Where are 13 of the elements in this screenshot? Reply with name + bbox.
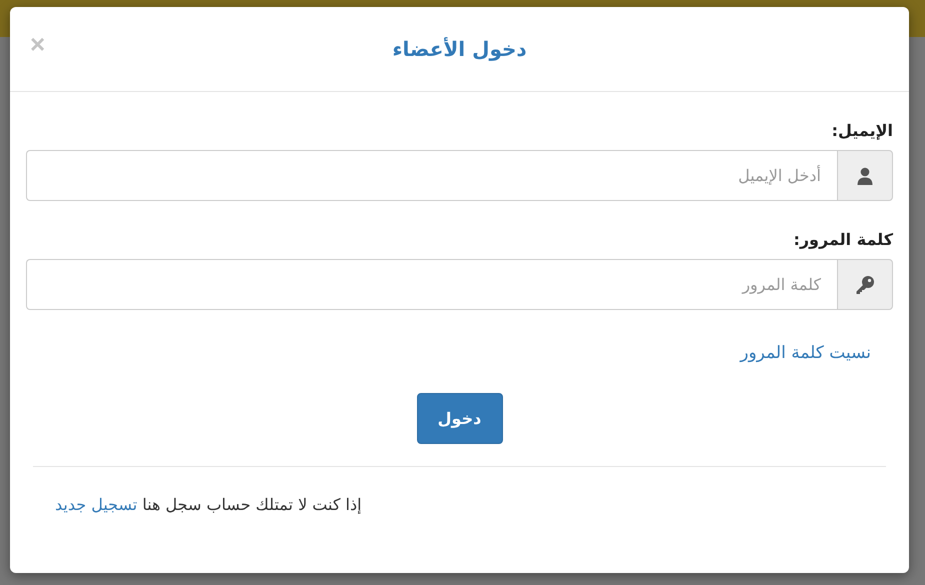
login-button[interactable]: دخول (416, 393, 502, 444)
text-field[interactable]: أدخل الإيميل (26, 150, 837, 201)
field-label: كلمة المرور: (792, 230, 893, 249)
text-field[interactable]: كلمة المرور (26, 259, 837, 310)
user-icon (837, 150, 893, 201)
field-label: الإيميل: (830, 121, 893, 140)
register-link[interactable]: تسجيل جديد (55, 495, 138, 514)
placeholder-text: كلمة المرور (742, 275, 821, 294)
forgot-password-link[interactable]: نسيت كلمة المرور (740, 343, 871, 363)
dialog-title: دخول الأعضاء (392, 37, 527, 61)
key-icon (837, 259, 893, 310)
register-prompt: إذا كنت لا تمتلك حساب سجل هنا تسجيل جديد (55, 495, 362, 514)
placeholder-text: أدخل الإيميل (738, 166, 821, 185)
